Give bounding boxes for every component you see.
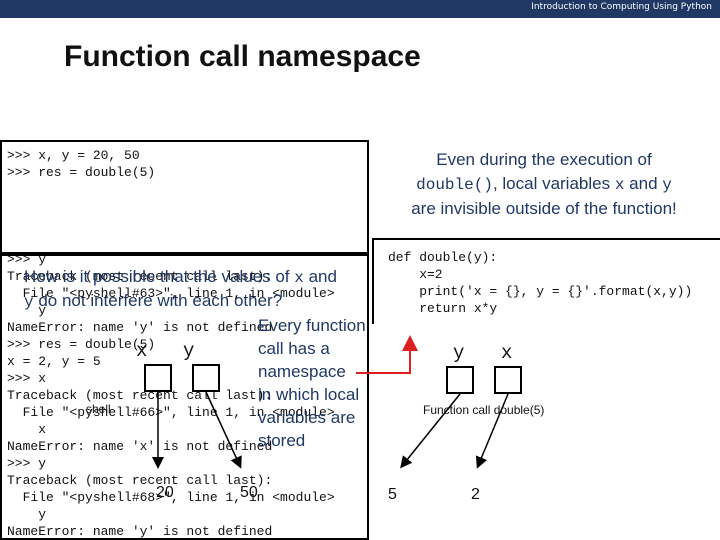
call-frame-label: Function call double(5) <box>423 403 545 417</box>
call-y-label: y <box>453 342 465 364</box>
shell-y-box <box>192 364 220 392</box>
diagram-arrows <box>152 335 509 469</box>
shell-x-value: 20 <box>156 484 174 501</box>
shell-x-label: x <box>136 340 148 362</box>
call-y-value: 5 <box>388 486 397 503</box>
arrow-namespace-pointer <box>356 335 418 374</box>
call-y-box <box>446 366 474 394</box>
arrow-shell-y <box>205 391 242 469</box>
shell-y-value: 50 <box>240 484 258 501</box>
shell-frame-label: shell <box>86 402 111 416</box>
call-x-value: 2 <box>471 486 480 503</box>
shell-y-label: y <box>183 340 195 362</box>
call-x-label: x <box>501 342 513 364</box>
call-x-box <box>494 366 522 394</box>
shell-x-box <box>144 364 172 392</box>
